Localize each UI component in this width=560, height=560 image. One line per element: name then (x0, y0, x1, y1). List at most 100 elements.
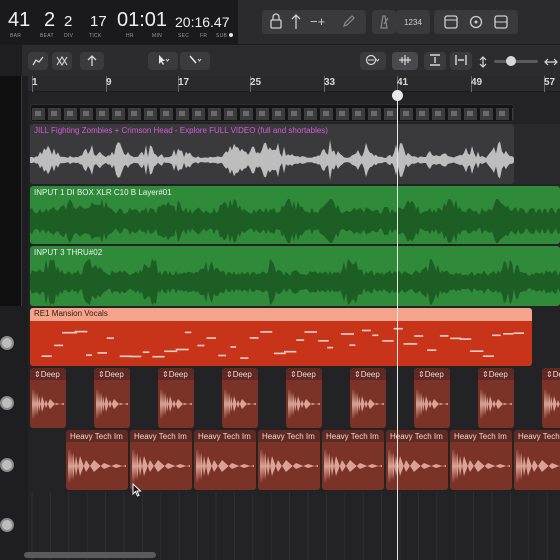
snap-menu[interactable] (360, 52, 386, 70)
notepad-icon[interactable] (444, 15, 458, 32)
midi-note[interactable] (284, 350, 297, 353)
track-volume-knob[interactable] (0, 336, 14, 350)
catch-icon[interactable] (80, 52, 104, 70)
drum-region-deep[interactable]: ⇕Deep (286, 368, 322, 428)
drum-region-deep[interactable]: ⇕Deep (414, 368, 450, 428)
horizontal-scrollbar[interactable] (24, 552, 156, 558)
midi-note[interactable] (304, 331, 318, 333)
zoom-slider[interactable] (494, 56, 538, 66)
drum-region-heavy[interactable]: Heavy Tech Im (66, 430, 128, 490)
playhead[interactable] (397, 92, 398, 560)
video-frames-region[interactable] (30, 104, 514, 122)
midi-note[interactable] (129, 355, 142, 358)
video-audio-waveform (30, 139, 514, 181)
midi-note[interactable] (393, 327, 403, 330)
midi-region-vocals[interactable]: RE1 Mansion Vocals (30, 308, 532, 366)
midi-note[interactable] (327, 346, 334, 349)
midi-note[interactable] (503, 333, 514, 335)
drum-region-heavy[interactable]: Heavy Tech Im (386, 430, 448, 490)
video-audio-region[interactable]: JILL Fighting Zombies + Crimson Head - E… (30, 124, 514, 184)
pencil-icon[interactable] (342, 14, 356, 31)
horizontal-zoom-button[interactable] (450, 52, 472, 70)
midi-note[interactable] (142, 351, 150, 353)
midi-note[interactable] (230, 346, 237, 348)
midi-note[interactable] (372, 334, 379, 337)
drum-region-heavy[interactable]: Heavy Tech Im (322, 430, 384, 490)
midi-note[interactable] (492, 334, 501, 337)
drum-region-heavy[interactable]: Heavy Tech Im (450, 430, 512, 490)
vertical-zoom-button[interactable] (424, 52, 446, 70)
lock-icon[interactable] (270, 13, 282, 32)
drum-region-title: ⇕Deep (98, 370, 124, 379)
midi-note[interactable] (54, 344, 64, 347)
midi-note[interactable] (86, 354, 92, 356)
drum-region-heavy[interactable]: Heavy Tech Im (194, 430, 256, 490)
drum-region-heavy[interactable]: Heavy Tech Im (514, 430, 560, 490)
secondary-tool-menu[interactable] (180, 52, 210, 70)
midi-note[interactable] (106, 337, 114, 339)
midi-note[interactable] (41, 355, 52, 357)
flex-icon[interactable] (52, 52, 72, 70)
vertical-fit-icon (429, 53, 441, 69)
midi-note[interactable] (318, 340, 329, 342)
midi-note[interactable] (74, 330, 88, 333)
track-volume-knob[interactable] (0, 458, 14, 472)
track-volume-knob[interactable] (0, 396, 14, 410)
midi-note[interactable] (403, 343, 418, 345)
midi-note[interactable] (513, 332, 525, 334)
midi-note[interactable] (260, 331, 273, 333)
timeline-ruler[interactable]: 1 9 17 25 33 41 49 57 (28, 76, 560, 92)
midi-note[interactable] (62, 331, 77, 334)
midi-note[interactable] (340, 333, 354, 335)
playhead-handle[interactable] (392, 90, 403, 101)
track-volume-knob[interactable] (0, 518, 14, 532)
midi-note[interactable] (184, 331, 192, 334)
midi-note[interactable] (439, 335, 449, 337)
audio-region-input3[interactable]: INPUT 3 THRU#02 (30, 246, 560, 306)
midi-note[interactable] (482, 355, 494, 357)
drum-region-deep[interactable]: ⇕Deep (222, 368, 258, 428)
drum-region-deep[interactable]: ⇕Deep (350, 368, 386, 428)
midi-note[interactable] (206, 337, 217, 339)
midi-note[interactable] (164, 350, 178, 353)
midi-note[interactable] (349, 344, 356, 346)
audio-region-input1[interactable]: INPUT 1 DI BOX XLR C10 B Layer#01 (30, 186, 560, 244)
browser-icon[interactable] (494, 15, 508, 32)
midi-note[interactable] (152, 355, 165, 358)
midi-note[interactable] (427, 349, 437, 351)
drum-region-deep[interactable]: ⇕Deep (542, 368, 560, 428)
zoom-slider-thumb[interactable] (506, 56, 516, 66)
automation-icon[interactable] (28, 52, 48, 70)
midi-note[interactable] (218, 354, 226, 357)
minus-plus-icon[interactable]: −+ (310, 14, 325, 29)
drum-region-heavy[interactable]: Heavy Tech Im (130, 430, 192, 490)
midi-note[interactable] (470, 350, 484, 352)
midi-note[interactable] (361, 329, 371, 332)
drum-region-title: Heavy Tech Im (134, 432, 187, 441)
drum-region-deep[interactable]: ⇕Deep (478, 368, 514, 428)
midi-note[interactable] (296, 339, 305, 341)
tuner-icon[interactable] (290, 14, 302, 33)
midi-note[interactable] (97, 352, 108, 354)
drum-waveform (96, 388, 128, 420)
loop-browser-icon[interactable] (469, 15, 483, 32)
metronome-icon[interactable] (372, 10, 396, 34)
count-in-button[interactable]: 1234 (396, 10, 430, 34)
midi-note[interactable] (175, 348, 189, 351)
midi-note[interactable] (382, 340, 394, 342)
drum-region-deep[interactable]: ⇕Deep (94, 368, 130, 428)
ruler-marker: 33 (324, 77, 336, 88)
midi-note[interactable] (414, 335, 424, 337)
waveform-zoom-button[interactable] (392, 52, 418, 70)
midi-note[interactable] (240, 357, 249, 359)
ruler-marker: 1 (32, 77, 38, 88)
drum-region-deep[interactable]: ⇕Deep (30, 368, 66, 428)
pointer-tool-menu[interactable] (148, 52, 178, 70)
midi-note[interactable] (459, 338, 472, 340)
midi-note[interactable] (249, 337, 259, 339)
midi-note[interactable] (273, 352, 286, 355)
lcd-display[interactable]: 41 2 2 17 01:01 20:16.47 BAR BEAT DIV TI… (0, 0, 238, 44)
midi-note[interactable] (197, 344, 205, 347)
drum-region-deep[interactable]: ⇕Deep (158, 368, 194, 428)
drum-region-heavy[interactable]: Heavy Tech Im (258, 430, 320, 490)
